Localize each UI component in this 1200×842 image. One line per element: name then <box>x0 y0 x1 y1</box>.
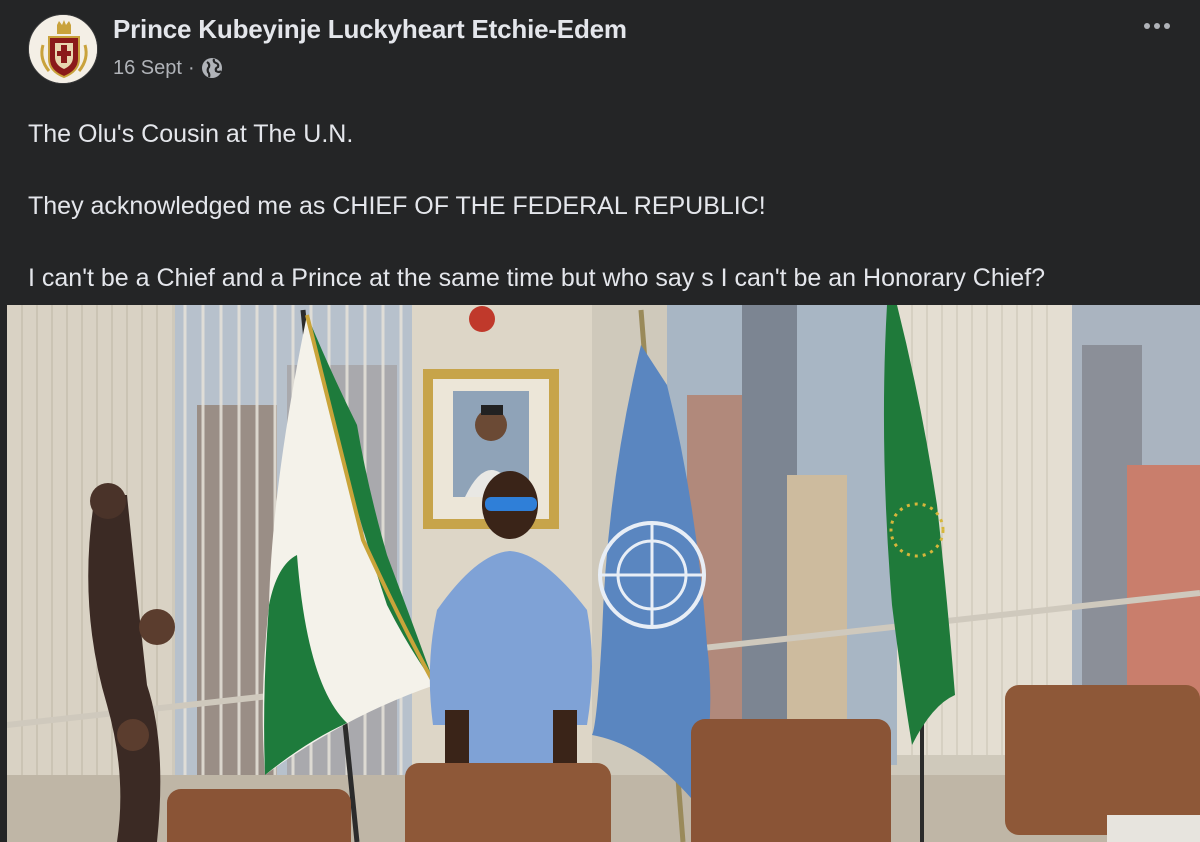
meta-separator: · <box>187 56 195 79</box>
author-name[interactable]: Prince Kubeyinje Luckyheart Etchie-Edem <box>113 14 627 45</box>
more-options-icon <box>1154 23 1160 29</box>
post-header: Prince Kubeyinje Luckyheart Etchie-Edem … <box>0 0 1200 100</box>
post-card: Prince Kubeyinje Luckyheart Etchie-Edem … <box>0 0 1200 842</box>
more-options-button[interactable] <box>1134 10 1180 42</box>
post-meta: 16 Sept · <box>113 54 223 82</box>
crest-logo <box>29 15 97 83</box>
avatar[interactable] <box>28 14 98 84</box>
post-line: The Olu's Cousin at The U.N. <box>28 120 354 148</box>
globe-icon[interactable] <box>201 57 223 79</box>
photo-scene <box>7 305 1200 842</box>
post-date[interactable]: 16 Sept <box>113 57 182 80</box>
more-options-icon <box>1164 23 1170 29</box>
post-body: The Olu's Cousin at The U.N. They acknow… <box>28 116 1178 296</box>
more-options-icon <box>1144 23 1150 29</box>
post-line: I can't be a Chief and a Prince at the s… <box>28 264 1046 292</box>
post-line: They acknowledged me as CHIEF OF THE FED… <box>28 192 766 220</box>
post-photo[interactable] <box>7 305 1200 842</box>
